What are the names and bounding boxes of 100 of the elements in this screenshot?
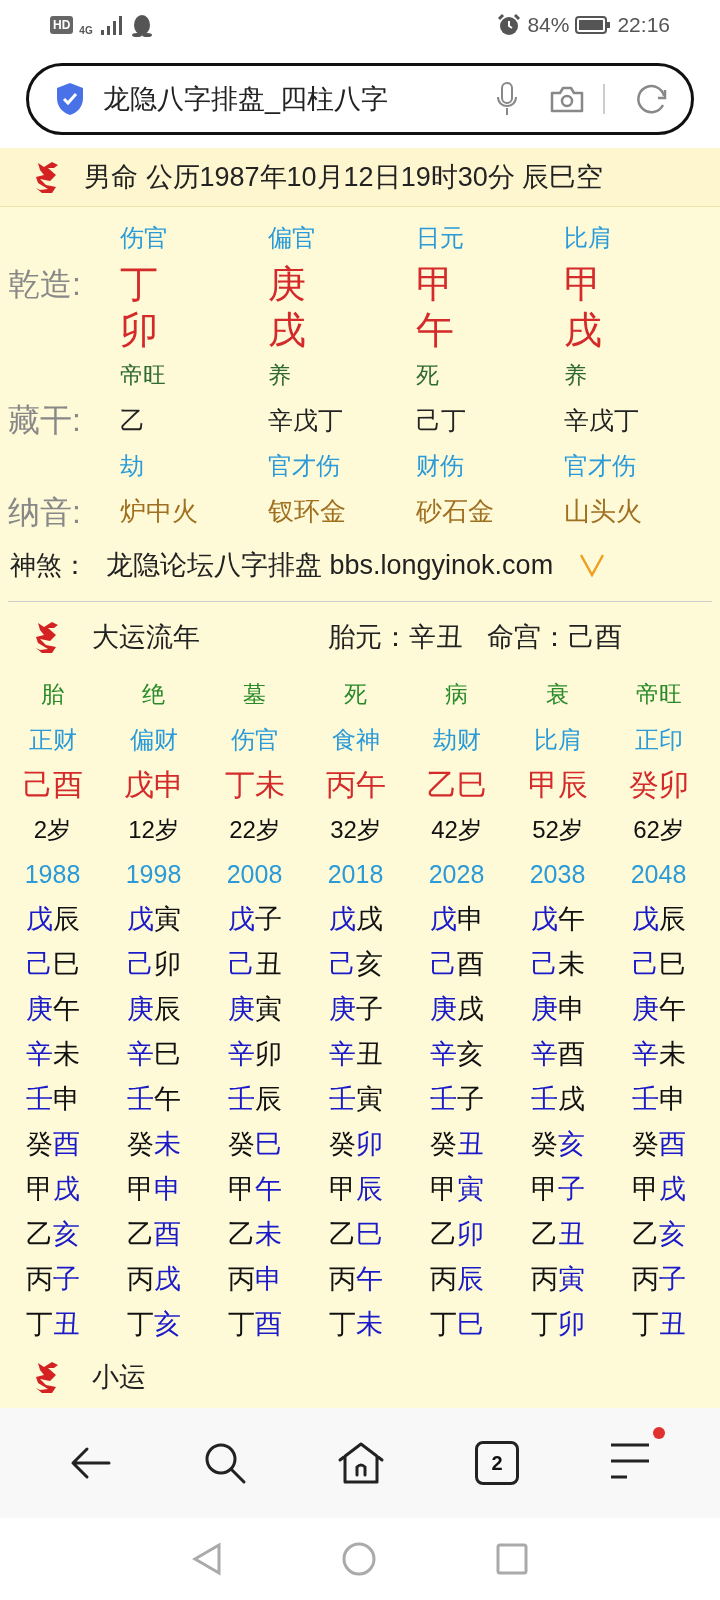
year-pillar: 戊子 (227, 903, 282, 936)
year-pillar: 甲 辰 (328, 1173, 383, 1206)
year-pillar: 辛巳 (126, 1038, 181, 1071)
luck-pillar: 癸卯 (628, 767, 689, 803)
year-pillar: 乙未 (227, 1218, 282, 1251)
year-pillar: 丙子 (25, 1263, 80, 1296)
year-pillar: 癸亥 (530, 1128, 585, 1161)
home-icon[interactable] (337, 1441, 385, 1485)
search-icon[interactable] (203, 1441, 247, 1485)
year-pillar: 癸未 (126, 1128, 181, 1161)
year-pillar: 壬子 (429, 1083, 484, 1116)
minggong-info: 命宫：己酉 (487, 621, 622, 654)
network-label: 4G (79, 25, 93, 36)
year-pillar: 丙戌 (126, 1263, 181, 1296)
year-pillar: 丙辰 (429, 1263, 484, 1296)
back-triangle-icon[interactable] (192, 1542, 222, 1576)
year-pillar: 乙亥 (25, 1218, 80, 1251)
year-pillar: 乙卯 (429, 1218, 484, 1251)
year-pillar: 丁巳 (429, 1308, 484, 1341)
start-year: 1998 (125, 859, 182, 890)
year-pillar: 乙巳 (328, 1218, 383, 1251)
year-pillar: 癸酉 (631, 1128, 686, 1161)
start-age: 22岁 (229, 815, 280, 845)
earthly-branch: 午 (416, 308, 455, 353)
heavenly-stem: 庚 (268, 262, 307, 307)
start-age: 62岁 (633, 815, 684, 845)
shensha-label: 神煞： (10, 548, 89, 582)
life-stage: 死 (416, 361, 440, 390)
ten-god: 伤官 (120, 223, 169, 253)
hidden-ten-gods: 劫 (120, 451, 145, 481)
year-pillar: 丁酉 (227, 1308, 282, 1341)
home-circle-icon[interactable] (342, 1542, 376, 1576)
taiyuan-info: 胎元：辛丑 (328, 621, 463, 654)
year-pillar: 壬申 (25, 1083, 80, 1116)
year-pillar: 己未 (530, 948, 585, 981)
signal-icon (98, 14, 125, 36)
clock-time: 22:16 (617, 13, 670, 37)
year-pillar: 辛卯 (227, 1038, 282, 1071)
hidden-ten-gods: 财伤 (416, 451, 465, 481)
year-pillar: 庚午 (25, 993, 80, 1026)
year-pillar: 乙亥 (631, 1218, 686, 1251)
year-pillar: 己丑 (227, 948, 282, 981)
year-pillar: 乙丑 (530, 1218, 585, 1251)
address-bar[interactable]: 龙隐八字排盘_四柱八字 (26, 63, 694, 135)
year-pillar: 壬戌 (530, 1083, 585, 1116)
refresh-icon[interactable] (635, 82, 669, 116)
life-stage: 养 (564, 361, 588, 390)
life-stage: 衰 (546, 680, 569, 709)
year-pillar: 壬辰 (227, 1083, 282, 1116)
row-label: 纳音: (8, 493, 82, 532)
shensha-text: 龙隐论坛八字排盘 bbs.longyinok.com (106, 549, 554, 582)
year-pillar: 丁亥 (126, 1308, 181, 1341)
life-stage: 病 (445, 680, 468, 709)
nayin: 炉中火 (120, 495, 199, 528)
start-age: 52岁 (532, 815, 583, 845)
year-pillar: 壬申 (631, 1083, 686, 1116)
luck-pillar: 丙午 (325, 767, 386, 803)
life-stage: 墓 (243, 680, 266, 709)
microphone-icon[interactable] (495, 81, 519, 117)
row-label: 乾造: (8, 265, 82, 304)
earthly-branch: 戌 (564, 308, 603, 353)
year-pillar: 戊寅 (126, 903, 181, 936)
year-pillar: 癸酉 (25, 1128, 80, 1161)
birth-info: 男命 公历1987年10月12日19时30分 辰巳空 (84, 161, 604, 194)
year-pillar: 丁丑 (631, 1308, 686, 1341)
chevron-down-icon[interactable] (579, 553, 606, 577)
year-pillar: 丙午 (328, 1263, 383, 1296)
ten-god: 正财 (28, 725, 77, 755)
life-stage: 帝旺 (635, 680, 682, 709)
start-year: 1988 (24, 859, 81, 890)
year-pillar: 辛未 (25, 1038, 80, 1071)
year-pillar: 戊戌 (328, 903, 383, 936)
back-icon[interactable] (69, 1445, 113, 1481)
camera-icon[interactable] (549, 84, 585, 114)
alarm-icon (497, 13, 522, 37)
heavenly-stem: 丁 (120, 262, 159, 307)
ten-god: 日元 (416, 223, 465, 253)
year-pillar: 癸巳 (227, 1128, 282, 1161)
ten-god: 偏财 (129, 725, 178, 755)
year-pillar: 辛亥 (429, 1038, 484, 1071)
heavenly-stem: 甲 (416, 262, 455, 307)
year-pillar: 丁未 (328, 1308, 383, 1341)
year-pillar: 癸丑 (429, 1128, 484, 1161)
menu-icon[interactable] (609, 1441, 651, 1481)
life-stage: 绝 (142, 680, 165, 709)
luck-pillar: 己酉 (22, 767, 83, 803)
recents-square-icon[interactable] (496, 1543, 528, 1575)
year-pillar: 庚午 (631, 993, 686, 1026)
year-pillar: 辛未 (631, 1038, 686, 1071)
year-pillar: 丁卯 (530, 1308, 585, 1341)
year-pillar: 辛丑 (328, 1038, 383, 1071)
year-pillar: 己亥 (328, 948, 383, 981)
tabs-button[interactable]: 2 (475, 1441, 519, 1485)
year-pillar: 庚子 (328, 993, 383, 1026)
year-pillar: 壬午 (126, 1083, 181, 1116)
year-pillar: 丙子 (631, 1263, 686, 1296)
hidden-ten-gods: 官才伤 (268, 451, 341, 481)
earthly-branch: 戌 (268, 308, 307, 353)
year-pillar: 庚戌 (429, 993, 484, 1026)
year-pillar: 庚申 (530, 993, 585, 1026)
